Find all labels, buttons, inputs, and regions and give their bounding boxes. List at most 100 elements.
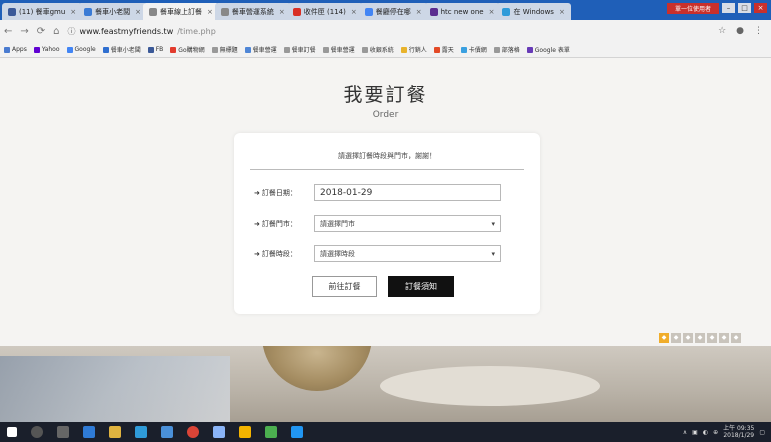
tab-label: htc new one (440, 7, 484, 16)
browser-tab[interactable]: (11) 餐車gmu × (2, 3, 83, 20)
profile-badge[interactable]: 單一位使用者 (666, 2, 719, 14)
bookmark-item[interactable]: Google 表單 (526, 45, 570, 54)
bookmark-label: 餐車小老闆 (110, 47, 141, 54)
bookmark-label: Google (74, 46, 96, 53)
app-icon[interactable] (239, 426, 251, 438)
store-label: ➜ 訂餐門市： (254, 219, 297, 228)
close-tab-icon[interactable]: × (559, 8, 565, 16)
network-icon[interactable]: ▣ (692, 429, 698, 436)
home-icon[interactable]: ⌂ (53, 26, 59, 37)
bookmark-item[interactable]: 餐車訂餐 (283, 45, 316, 54)
search-icon[interactable] (31, 426, 43, 438)
chrome-icon[interactable] (187, 426, 199, 438)
app-icon[interactable] (291, 426, 303, 438)
bookmark-label: 餐車營運 (252, 47, 277, 54)
store-icon[interactable] (135, 426, 147, 438)
bookmark-item[interactable]: 卡債網 (460, 45, 487, 54)
browser-tab[interactable]: 餐車營運系統 × (214, 3, 291, 20)
extension-icon[interactable]: ● (736, 26, 744, 36)
share-icon[interactable]: ◆ (719, 333, 729, 343)
close-tab-icon[interactable]: × (207, 8, 213, 16)
page-title: 我要訂餐 (343, 84, 428, 106)
bookmark-item[interactable]: 餐車小老闆 (102, 45, 141, 54)
tab-label: (11) 餐車gmu (19, 7, 66, 16)
task-view-icon[interactable] (57, 426, 69, 438)
bookmark-item[interactable]: 部落格 (493, 45, 520, 54)
volume-icon[interactable]: ◐ (703, 429, 708, 436)
close-tab-icon[interactable]: × (416, 8, 422, 16)
browser-tab[interactable]: 餐廳停在哪 × (358, 3, 428, 20)
order-notice-button[interactable]: 訂餐須知 (388, 276, 454, 297)
bookmark-icon (433, 46, 440, 53)
time-select[interactable]: 請選擇時段 ▾ (314, 245, 501, 262)
bookmark-icon (4, 46, 10, 53)
notification-icon[interactable]: ▢ (759, 429, 765, 436)
share-icon[interactable]: ◆ (659, 333, 669, 343)
browser-tab[interactable]: 餐車線上訂餐 × (143, 3, 219, 20)
bookmark-item[interactable]: Apps (4, 46, 27, 53)
bookmark-item[interactable]: 無標題 (211, 45, 238, 54)
bookmark-item[interactable]: Go購物網 (170, 45, 205, 54)
maximize-button[interactable]: □ (738, 3, 751, 13)
app-icon[interactable] (213, 426, 225, 438)
divider (250, 169, 524, 170)
windows-taskbar: ∧ ▣ ◐ ⊕ 上午 09:35 2018/1/29 ▢ (0, 422, 771, 442)
date-input[interactable]: 2018-01-29 (314, 184, 501, 201)
tab-label: 在 Windows (513, 7, 554, 16)
menu-icon[interactable]: ⋮ (754, 26, 763, 36)
share-icon[interactable]: ◆ (695, 333, 705, 343)
bookmark-item[interactable]: 餐車營運 (244, 45, 277, 54)
chevron-up-icon[interactable]: ∧ (683, 429, 687, 436)
file-explorer-icon[interactable] (109, 426, 121, 438)
close-tab-icon[interactable]: × (70, 8, 76, 16)
bookmark-item[interactable]: 收銀系統 (361, 45, 394, 54)
close-window-button[interactable]: × (754, 3, 767, 13)
bookmark-icon (244, 46, 251, 53)
tab-favicon-icon (292, 7, 301, 16)
bookmark-icon (170, 46, 177, 53)
minimize-button[interactable]: – (722, 3, 735, 13)
bookmark-item[interactable]: Google (66, 46, 96, 53)
bookmark-icon (361, 46, 368, 53)
app-icon[interactable] (161, 426, 173, 438)
bookmark-icon (493, 46, 500, 53)
bookmark-item[interactable]: 露天 (433, 45, 454, 54)
browser-tab[interactable]: htc new one × (423, 3, 501, 20)
info-icon[interactable]: ⓘ (68, 26, 76, 37)
share-icon[interactable]: ◆ (731, 333, 741, 343)
tab-label: 餐車小老闆 (95, 7, 131, 16)
browser-tab[interactable]: 收件匣 (114) × (286, 3, 363, 20)
share-icon[interactable]: ◆ (707, 333, 717, 343)
star-icon[interactable]: ☆ (718, 26, 726, 36)
system-clock[interactable]: 上午 09:35 2018/1/29 (723, 425, 754, 439)
close-tab-icon[interactable]: × (135, 8, 141, 16)
browser-tab-strip: (11) 餐車gmu × 餐車小老闆 × 餐車線上訂餐 × 餐車營運系統 × 收件匣 (114)… (0, 0, 771, 20)
bookmark-label: Apps (12, 46, 27, 53)
tab-label: 餐車營運系統 (231, 7, 274, 16)
share-icon[interactable]: ◆ (671, 333, 681, 343)
ime-icon[interactable]: ⊕ (713, 429, 718, 436)
share-icon[interactable]: ◆ (683, 333, 693, 343)
close-tab-icon[interactable]: × (489, 8, 495, 16)
date-row: ➜ 訂餐日期： 2018-01-29 (254, 184, 501, 201)
bookmark-item[interactable]: FB (147, 46, 163, 53)
bookmark-item[interactable]: 行銷人 (400, 45, 427, 54)
close-tab-icon[interactable]: × (351, 8, 357, 16)
windows-start-icon[interactable] (7, 427, 17, 437)
edge-icon[interactable] (83, 426, 95, 438)
close-tab-icon[interactable]: × (279, 8, 285, 16)
bookmark-label: 餐車訂餐 (291, 47, 316, 54)
back-arrow-icon[interactable]: ← (4, 26, 12, 37)
browser-tab[interactable]: 餐車小老闆 × (78, 3, 148, 20)
store-select[interactable]: 請選擇門市 ▾ (314, 215, 501, 232)
bookmark-item[interactable]: Yahoo (33, 46, 60, 53)
url-field[interactable]: ⓘ www.feastmyfriends.tw/time.php (68, 26, 719, 37)
browser-tab[interactable]: 在 Windows × (496, 3, 571, 20)
app-icon[interactable] (265, 426, 277, 438)
bookmark-item[interactable]: 餐車營運 (322, 45, 355, 54)
reload-icon[interactable]: ⟳ (37, 26, 45, 37)
forward-arrow-icon[interactable]: → (20, 26, 28, 37)
bookmark-icon (283, 46, 290, 53)
bookmark-icon (211, 46, 218, 53)
go-order-button[interactable]: 前往訂餐 (312, 276, 377, 297)
